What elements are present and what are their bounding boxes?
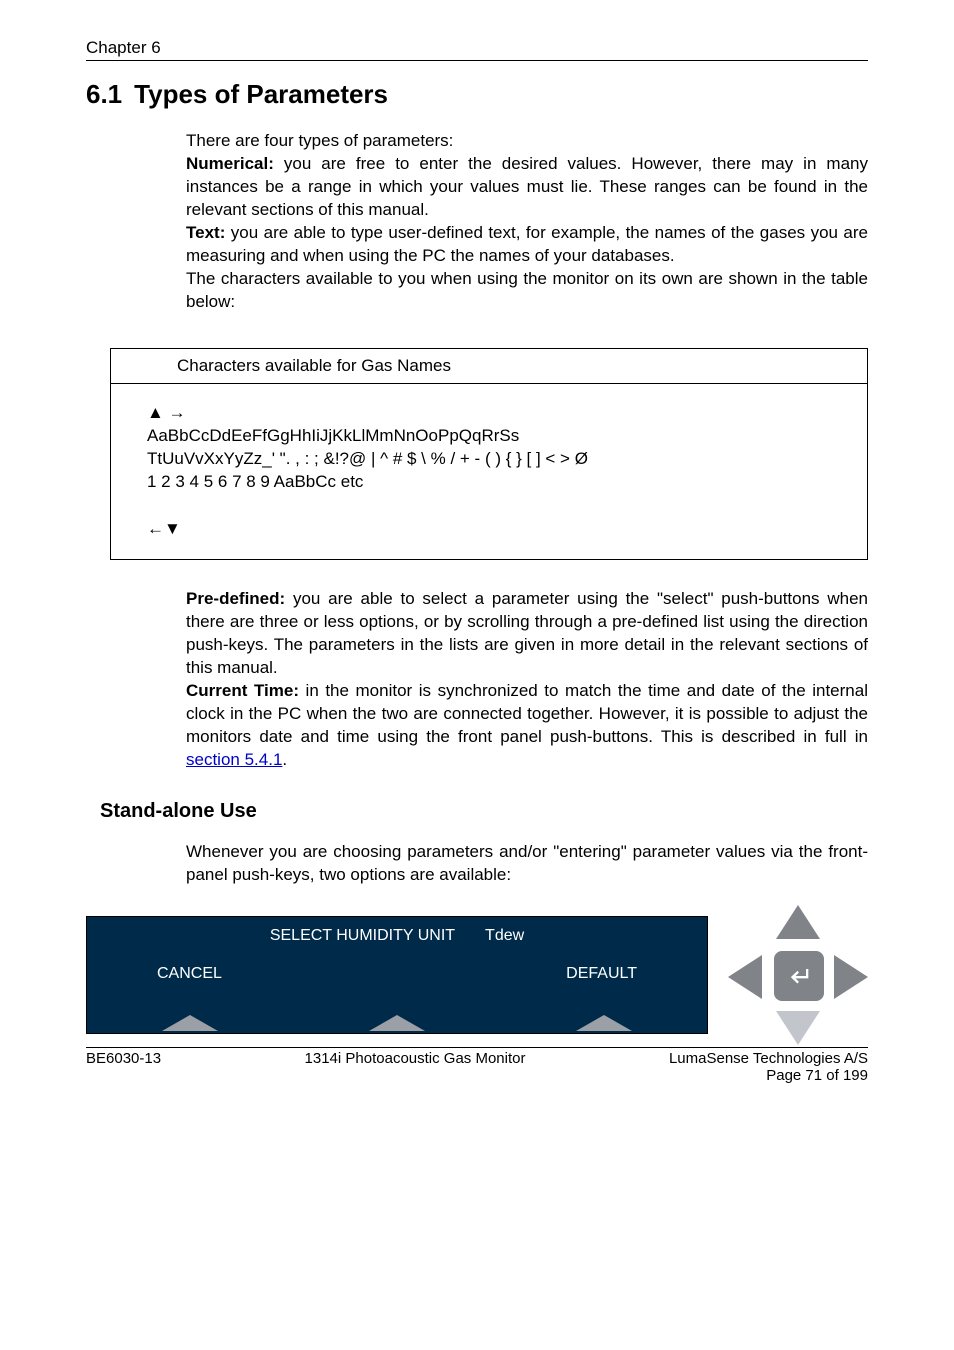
- standalone-heading: Stand-alone Use: [100, 800, 868, 823]
- default-button-label[interactable]: DEFAULT: [566, 965, 637, 983]
- char-line-2: TtUuVvXxYyZz_' ". , : ; &!?@ | ^ # $ \ %…: [147, 448, 857, 471]
- arrow-up-button[interactable]: [776, 905, 820, 939]
- current-time-label: Current Time:: [186, 681, 299, 700]
- footer-center: 1314i Photoacoustic Gas Monitor: [305, 1050, 526, 1084]
- section-heading: 6.1 Types of Parameters: [86, 79, 868, 110]
- arrow-right-button[interactable]: [834, 955, 868, 999]
- text-text: you are able to type user-defined text, …: [186, 223, 868, 265]
- footer-right: LumaSense Technologies A/S Page 71 of 19…: [669, 1050, 868, 1084]
- chapter-label: Chapter 6: [86, 38, 868, 58]
- section-link[interactable]: section 5.4.1: [186, 750, 282, 769]
- text-label: Text:: [186, 223, 225, 242]
- char-line-1: AaBbCcDdEeFfGgHhIiJjKkLlMmNnOoPpQqRrSs: [147, 425, 857, 448]
- char-table-body: ▲ → AaBbCcDdEeFfGgHhIiJjKkLlMmNnOoPpQqRr…: [111, 384, 867, 559]
- char-table-header: Characters available for Gas Names: [111, 349, 867, 385]
- char-line-3: 1 2 3 4 5 6 7 8 9 AaBbCc etc: [147, 471, 857, 494]
- softkey-indicator-3[interactable]: [576, 1015, 632, 1031]
- display-title: SELECT HUMIDITY UNIT: [270, 927, 455, 945]
- numerical-text: you are free to enter the desired values…: [186, 154, 868, 219]
- softkey-indicator-2[interactable]: [369, 1015, 425, 1031]
- predefined-para: Pre-defined: you are able to select a pa…: [186, 588, 868, 680]
- display-value: Tdew: [485, 927, 524, 945]
- predefined-text: you are able to select a parameter using…: [186, 589, 868, 677]
- bottom-rule: [86, 1047, 868, 1048]
- current-time-text-after: .: [282, 750, 287, 769]
- char-line-bottom-arrows: ←▼: [147, 518, 857, 541]
- current-time-para: Current Time: in the monitor is synchron…: [186, 680, 868, 772]
- text-para: Text: you are able to type user-defined …: [186, 222, 868, 268]
- page-footer: BE6030-13 1314i Photoacoustic Gas Monito…: [86, 1050, 868, 1084]
- chars-intro: The characters available to you when usi…: [186, 268, 868, 314]
- footer-right-line2: Page 71 of 199: [766, 1067, 868, 1084]
- intro-line: There are four types of parameters:: [186, 130, 868, 153]
- top-rule: [86, 60, 868, 61]
- section-title: Types of Parameters: [134, 79, 388, 110]
- cancel-button-label[interactable]: CANCEL: [157, 965, 222, 983]
- arrow-left-button[interactable]: [728, 955, 762, 999]
- section-number: 6.1: [86, 79, 122, 110]
- enter-icon: [785, 962, 813, 990]
- device-display: SELECT HUMIDITY UNIT Tdew CANCEL DEFAULT: [86, 916, 708, 1034]
- standalone-para: Whenever you are choosing parameters and…: [186, 841, 868, 887]
- numerical-label: Numerical:: [186, 154, 274, 173]
- arrow-down-button[interactable]: [776, 1011, 820, 1045]
- predefined-label: Pre-defined:: [186, 589, 285, 608]
- char-line-0: ▲ →: [147, 402, 857, 425]
- footer-left: BE6030-13: [86, 1050, 161, 1084]
- char-table: Characters available for Gas Names ▲ → A…: [110, 348, 868, 561]
- footer-right-line1: LumaSense Technologies A/S: [669, 1050, 868, 1067]
- softkey-indicator-1[interactable]: [162, 1015, 218, 1031]
- direction-keypad: [728, 905, 868, 1045]
- enter-button[interactable]: [774, 951, 824, 1001]
- numerical-para: Numerical: you are free to enter the des…: [186, 153, 868, 222]
